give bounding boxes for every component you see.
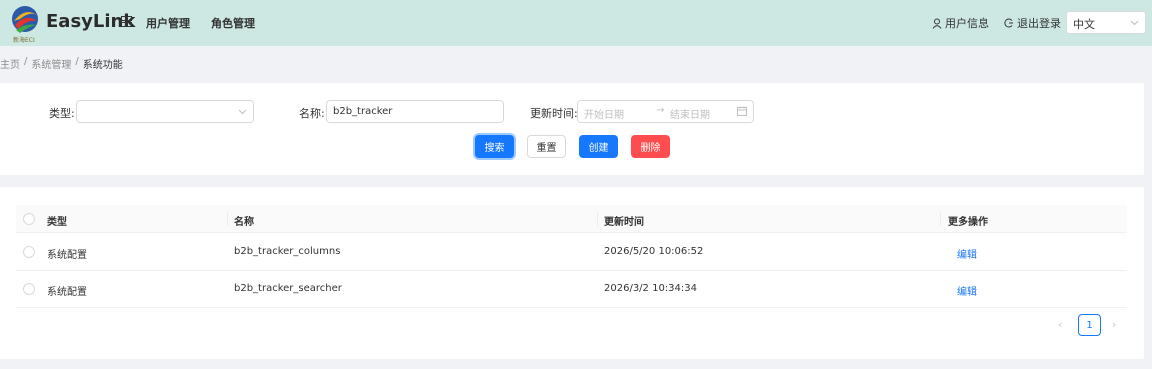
logout-link[interactable]: 退出登录: [1004, 15, 1061, 31]
reset-button[interactable]: 重置: [527, 135, 566, 158]
create-button[interactable]: 创建: [579, 135, 618, 158]
logo-subtitle: 新海ECI: [13, 37, 35, 44]
table-panel: 类型 名称 更新时间 更多操作 系统配置 b2b_tracker_columns…: [0, 187, 1144, 359]
edit-link[interactable]: 编辑: [957, 283, 977, 298]
search-button[interactable]: 搜索: [475, 135, 514, 158]
language-value: 中文: [1073, 18, 1095, 31]
pagination-prev[interactable]: ‹: [1058, 318, 1062, 331]
breadcrumb-separator: /: [24, 56, 28, 67]
column-divider: [940, 212, 941, 226]
row-select-radio[interactable]: [23, 246, 35, 258]
name-input[interactable]: b2b_tracker: [326, 100, 504, 123]
cell-name: b2b_tracker_columns: [234, 246, 341, 257]
nav-user-management[interactable]: 用户管理: [146, 15, 190, 31]
column-header-actions: 更多操作: [948, 217, 988, 228]
logout-label: 退出登录: [1017, 17, 1061, 30]
user-icon: [932, 18, 942, 29]
end-date-placeholder: 结束日期: [670, 110, 710, 121]
start-date-placeholder: 开始日期: [584, 110, 624, 121]
cell-type: 系统配置: [47, 287, 87, 298]
user-info-label: 用户信息: [945, 17, 989, 30]
type-select[interactable]: [76, 100, 254, 123]
range-arrow: →: [656, 105, 665, 116]
updated-time-label: 更新时间:: [530, 107, 578, 120]
cell-name: b2b_tracker_searcher: [234, 283, 342, 294]
pagination-page-current[interactable]: 1: [1078, 314, 1101, 336]
breadcrumb-separator: /: [75, 56, 79, 67]
name-label: 名称:: [299, 107, 325, 120]
column-header-updated: 更新时间: [604, 217, 644, 228]
row-select-radio[interactable]: [23, 283, 35, 295]
breadcrumb-home[interactable]: 主页: [0, 56, 20, 71]
delete-button[interactable]: 删除: [631, 135, 670, 158]
cell-type: 系统配置: [47, 250, 87, 261]
language-select[interactable]: 中文: [1066, 11, 1146, 34]
type-label: 类型:: [49, 107, 75, 120]
grid-menu-icon[interactable]: [121, 16, 132, 27]
top-header: 新海ECI EasyLink 用户管理 角色管理 用户信息 退出登录 中文: [0, 0, 1152, 46]
chevron-down-icon: [238, 109, 247, 115]
chevron-down-icon: [1130, 20, 1139, 26]
breadcrumb: 主页 / 系统管理 / 系统功能: [0, 56, 123, 71]
logout-icon: [1004, 18, 1013, 28]
table-row: 系统配置 b2b_tracker_columns 2026/5/20 10:06…: [16, 234, 1127, 271]
breadcrumb-system-management[interactable]: 系统管理: [31, 56, 71, 71]
edit-link[interactable]: 编辑: [957, 246, 977, 261]
table-header: 类型 名称 更新时间 更多操作: [16, 205, 1127, 233]
cell-updated: 2026/5/20 10:06:52: [604, 246, 704, 257]
calendar-icon: [737, 106, 747, 116]
table-row: 系统配置 b2b_tracker_searcher 2026/3/2 10:34…: [16, 271, 1127, 308]
column-header-type: 类型: [47, 217, 67, 228]
date-range-picker[interactable]: 开始日期 → 结束日期: [577, 100, 754, 123]
breadcrumb-current: 系统功能: [82, 60, 123, 71]
select-all-radio[interactable]: [23, 213, 35, 225]
nav-role-management[interactable]: 角色管理: [211, 15, 255, 31]
filter-panel: 类型: 名称: b2b_tracker 更新时间: 开始日期 → 结束日期 搜索…: [0, 83, 1144, 175]
pagination-next[interactable]: ›: [1112, 318, 1116, 331]
user-info-link[interactable]: 用户信息: [932, 15, 989, 31]
cell-updated: 2026/3/2 10:34:34: [604, 283, 698, 294]
column-divider: [227, 212, 228, 226]
column-header-name: 名称: [234, 217, 254, 228]
column-divider: [597, 212, 598, 226]
